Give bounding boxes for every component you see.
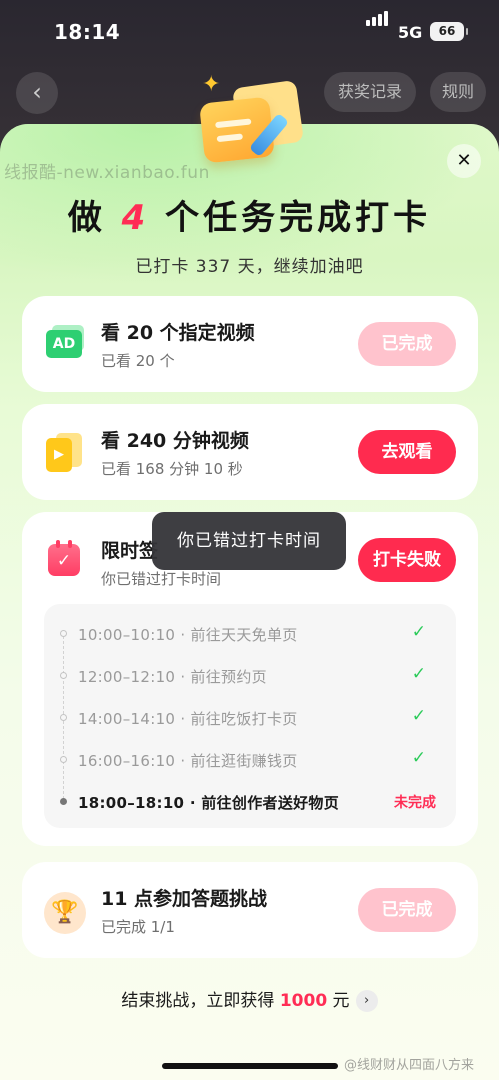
sheet-title: 做 4 个任务完成打卡 (0, 190, 499, 239)
ad-icon-label: AD (46, 330, 82, 358)
home-indicator (162, 1063, 338, 1069)
calendar-check-icon: ✓ (48, 540, 80, 576)
records-button[interactable]: 获奖记录 (324, 72, 416, 112)
task-done-button[interactable]: 已完成 (358, 888, 456, 932)
toast-message: 你已错过打卡时间 (152, 512, 346, 570)
check-icon: ✓ (411, 706, 426, 726)
check-icon: ✓ (411, 664, 426, 684)
end-challenge-link[interactable]: 结束挑战，立即获得 1000 元 › (0, 986, 499, 1012)
task-title: 限时签 (101, 540, 159, 562)
video-play-icon: ▶ (46, 433, 82, 472)
task-done-button[interactable]: 已完成 (358, 322, 456, 366)
check-icon: ✓ (411, 622, 426, 642)
ad-icon: AD (46, 325, 84, 360)
schedule-row: 12:00–12:10 · 前往预约页 ✓ (44, 664, 456, 688)
schedule-row: 14:00–14:10 · 前往吃饭打卡页 ✓ (44, 706, 456, 730)
task-status: 已看 168 分钟 10 秒 (101, 460, 243, 478)
sparkle-icon: ✦ (202, 72, 221, 97)
go-watch-button[interactable]: 去观看 (358, 430, 456, 474)
rules-button[interactable]: 规则 (430, 72, 486, 112)
checkin-schedule: 10:00–10:10 · 前往天天免单页 ✓ 12:00–12:10 · 前往… (44, 604, 456, 828)
chevron-right-icon: › (355, 990, 378, 1012)
network-label: 5G (398, 23, 423, 42)
schedule-row: 16:00–16:10 · 前往逛街赚钱页 ✓ (44, 748, 456, 772)
checkin-failed-button[interactable]: 打卡失败 (358, 538, 456, 582)
checkin-streak: 已打卡 337 天，继续加油吧 (135, 257, 364, 277)
task-card-quiz: 🏆 11 点参加答题挑战 已完成 1/1 已完成 (22, 862, 478, 958)
watermark: 线报酷-new.xianbao.fun (4, 163, 210, 183)
status-time: 18:14 (54, 20, 121, 44)
trophy-icon: 🏆 (44, 892, 86, 934)
check-icon: ✓ (411, 748, 426, 768)
task-card-videos: AD 看 20 个指定视频 已看 20 个 已完成 (22, 296, 478, 392)
task-title: 看 240 分钟视频 (101, 430, 249, 452)
schedule-row-current: 18:00–18:10 · 前往创作者送好物页 未完成 (44, 790, 456, 814)
task-status: 已看 20 个 (101, 352, 175, 370)
back-button[interactable]: ‹ (16, 72, 58, 114)
task-status: 你已错过打卡时间 (101, 570, 222, 588)
incomplete-label: 未完成 (394, 795, 436, 811)
task-count: 4 (121, 198, 150, 238)
reward-amount: 1000 (279, 991, 328, 1011)
task-title: 看 20 个指定视频 (101, 322, 255, 344)
task-status: 已完成 1/1 (101, 918, 175, 936)
notepad-illustration: ✦ (196, 72, 308, 172)
task-title: 11 点参加答题挑战 (101, 888, 268, 910)
battery-icon: 66 (430, 22, 468, 41)
credit-watermark: @线财财从四面八方来 (344, 1058, 475, 1073)
status-bar: 18:14 5G 66 (0, 0, 499, 64)
close-button[interactable]: ✕ (447, 144, 481, 178)
schedule-row: 10:00–10:10 · 前往天天免单页 ✓ (44, 622, 456, 646)
task-card-watch-time: ▶ 看 240 分钟视频 已看 168 分钟 10 秒 去观看 (22, 404, 478, 500)
